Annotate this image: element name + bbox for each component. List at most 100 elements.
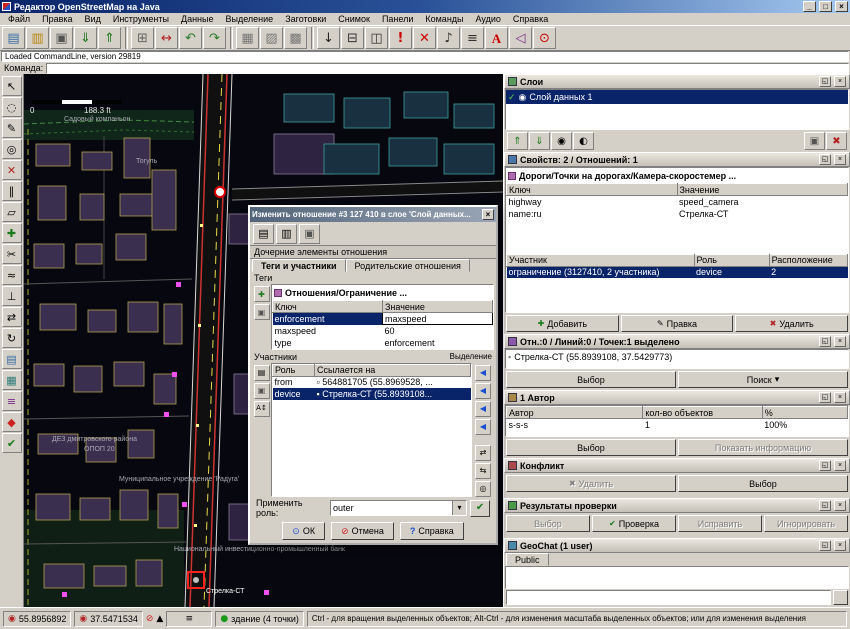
col-header[interactable]: Роль xyxy=(273,364,315,376)
validator-dock-icon[interactable]: ◱ xyxy=(819,500,831,511)
parallel-tool-icon[interactable]: ∥ xyxy=(2,181,22,201)
conflicts-close-icon[interactable]: × xyxy=(834,460,846,471)
layer-merge-icon[interactable]: ▣ xyxy=(804,132,825,150)
menu-help[interactable]: Справка xyxy=(507,13,554,25)
menu-tools[interactable]: Инструменты xyxy=(107,13,175,25)
geochat-messages[interactable] xyxy=(505,566,849,589)
copy-members-icon[interactable]: ▤ xyxy=(254,365,270,381)
imagery-icon[interactable]: ▨ xyxy=(260,27,283,49)
download-icon[interactable]: ⇓ xyxy=(74,27,97,49)
paste-tags-icon[interactable]: ▣ xyxy=(254,304,270,320)
validator-ignore-button[interactable]: Игнорировать xyxy=(764,515,848,532)
member-row[interactable]: device ▪ Стрелка-СТ (55.8939108... xyxy=(273,388,471,400)
validator-close-icon[interactable]: × xyxy=(834,500,846,511)
selection-panel-header[interactable]: Отн.:0 / Линий:0 / Точек:1 выделено ◱ × xyxy=(504,334,850,349)
command-input[interactable] xyxy=(46,63,849,74)
delete-tool-icon[interactable]: ✕ xyxy=(2,160,22,180)
improve-accuracy-tool-icon[interactable]: ✚ xyxy=(2,223,22,243)
ok-button[interactable]: ⊙ ОК xyxy=(282,522,325,540)
col-header[interactable]: кол-во объектов xyxy=(643,407,762,419)
membership-row[interactable]: ограничение (3127410, 2 участника) devic… xyxy=(507,266,848,278)
col-header[interactable]: Ключ xyxy=(507,184,678,196)
delete-icon[interactable]: ✕ xyxy=(413,27,436,49)
validator-panel-header[interactable]: Результаты проверки ◱ × xyxy=(504,498,850,513)
conflict-delete-button[interactable]: ✖ Удалить xyxy=(506,475,676,492)
window-titlebar[interactable]: Редактор OpenStreetMap на Java _ □ × xyxy=(0,0,850,13)
save-icon[interactable]: ▣ xyxy=(50,27,73,49)
layers-toggle-icon[interactable]: ▤ xyxy=(2,349,22,369)
lasso-tool-icon[interactable]: ◌ xyxy=(2,97,22,117)
warning-icon[interactable]: ! xyxy=(389,27,412,49)
copy-icon[interactable]: ⊞ xyxy=(131,27,154,49)
layer-delete-icon[interactable]: ✖ xyxy=(826,132,847,150)
layers-close-icon[interactable]: × xyxy=(834,76,846,87)
geochat-close-icon[interactable]: × xyxy=(834,540,846,551)
authors-select-button[interactable]: Выбор xyxy=(506,439,676,456)
draw-tool-icon[interactable]: ✎ xyxy=(2,118,22,138)
conflict-toggle-icon[interactable]: ◆ xyxy=(2,412,22,432)
conflicts-panel-header[interactable]: Конфликт ◱ × xyxy=(504,458,850,473)
col-header[interactable]: Автор xyxy=(507,407,643,419)
properties-panel-header[interactable]: Свойств: 2 / Отношений: 1 ◱ × xyxy=(504,152,850,167)
menu-imagery[interactable]: Снимок xyxy=(332,13,376,25)
remove-selected-icon[interactable]: ⇆ xyxy=(475,463,491,479)
menu-view[interactable]: Вид xyxy=(79,13,107,25)
table-row[interactable]: enforcement maxspeed xyxy=(273,313,493,325)
apply-role-button[interactable]: ✔ xyxy=(470,500,490,517)
layer-up-icon[interactable]: ⇑ xyxy=(507,132,528,150)
conflicts-dock-icon[interactable]: ◱ xyxy=(819,460,831,471)
col-header[interactable]: Значение xyxy=(677,184,848,196)
add-selected-after-icon[interactable]: ◀ xyxy=(475,401,491,417)
authors-info-button[interactable]: Показать информацию xyxy=(678,439,848,456)
role-input[interactable] xyxy=(331,501,452,515)
authors-panel-header[interactable]: 1 Автор ◱ × xyxy=(504,390,850,405)
table-row[interactable]: type enforcement xyxy=(273,337,493,349)
download-gps-icon[interactable]: ↓ xyxy=(317,27,340,49)
properties-toggle-icon[interactable]: ▦ xyxy=(2,370,22,390)
select-tool-icon[interactable]: ↖ xyxy=(2,76,22,96)
minimize-icon[interactable]: _ xyxy=(803,1,816,12)
geochat-send-button[interactable] xyxy=(833,590,848,605)
col-header[interactable]: Роль xyxy=(694,254,769,266)
authors-close-icon[interactable]: × xyxy=(834,392,846,403)
zoom-tool-icon[interactable]: ◎ xyxy=(2,139,22,159)
apply-icon[interactable]: ▤ xyxy=(253,224,274,244)
add-selected-at-start-icon[interactable]: ◀ xyxy=(475,365,491,381)
dialog-titlebar[interactable]: Изменить отношение #3 127 410 в слое 'Сл… xyxy=(250,207,496,222)
select-members-icon[interactable]: ⇄ xyxy=(475,445,491,461)
add-tag-icon[interactable]: ✚ xyxy=(254,286,270,302)
mirror-tool-icon[interactable]: ⇄ xyxy=(2,307,22,327)
chart-icon[interactable]: ≡ xyxy=(461,27,484,49)
selection-search-button[interactable]: Поиск ▾ xyxy=(678,371,848,388)
layer-visible-icon[interactable]: ◉ xyxy=(519,92,527,103)
validator-toggle-icon[interactable]: ✔ xyxy=(2,433,22,453)
cancel-button[interactable]: ⊘ Отмена xyxy=(331,522,394,540)
layer-visibility-icon[interactable]: ◉ xyxy=(551,132,572,150)
table-row[interactable]: s-s-s 1 100% xyxy=(507,419,848,431)
speaker-icon[interactable]: ◁ xyxy=(509,27,532,49)
layer-row[interactable]: ✓ ◉ Слой данных 1 xyxy=(506,90,848,104)
print-icon[interactable]: ⊟ xyxy=(341,27,364,49)
zoom-slider-icon[interactable]: ≡ xyxy=(186,614,194,624)
tab-public[interactable]: Public xyxy=(506,553,549,566)
col-header[interactable]: Ключ xyxy=(273,301,383,313)
geochat-panel-header[interactable]: GeoChat (1 user) ◱ × xyxy=(504,538,850,553)
tab-tags-members[interactable]: Теги и участники xyxy=(252,259,346,272)
col-header[interactable]: Ссылается на xyxy=(315,364,471,376)
maximize-icon[interactable]: □ xyxy=(819,1,832,12)
preset-row[interactable]: Дороги/Точки на дорогах/Камера-скоростем… xyxy=(506,168,848,183)
duplicate-icon[interactable]: ▥ xyxy=(276,224,297,244)
grid-icon[interactable]: ▦ xyxy=(236,27,259,49)
menu-edit[interactable]: Правка xyxy=(36,13,78,25)
text-style-icon[interactable]: A xyxy=(485,27,508,49)
history-icon[interactable]: ⊙ xyxy=(533,27,556,49)
properties-close-icon[interactable]: × xyxy=(834,154,846,165)
selection-toggle-icon[interactable]: ≡ xyxy=(2,391,22,411)
validator-select-button[interactable]: Выбор xyxy=(506,515,590,532)
delete-relation-icon[interactable]: ▣ xyxy=(299,224,320,244)
combine-tool-icon[interactable]: ≈ xyxy=(2,265,22,285)
role-combobox[interactable]: ▾ xyxy=(330,500,467,516)
tab-parent-relations[interactable]: Родительские отношения xyxy=(346,259,470,272)
imagery-alt-icon[interactable]: ▩ xyxy=(284,27,307,49)
layer-opacity-icon[interactable]: ◐ xyxy=(573,132,594,150)
